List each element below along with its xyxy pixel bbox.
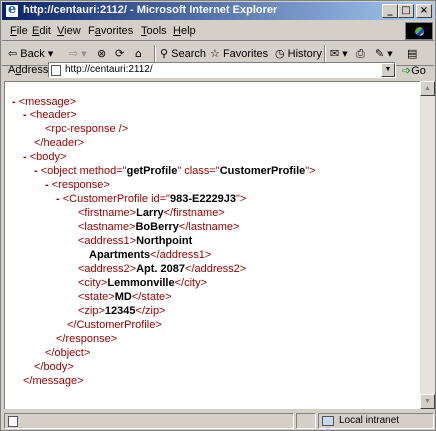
menu-view[interactable]: View: [57, 25, 81, 37]
menu-favorites[interactable]: Favorites: [88, 25, 133, 37]
security-zone: Local intranet: [318, 413, 434, 429]
xml-line: </response>: [56, 333, 118, 345]
xml-line: </message>: [23, 375, 84, 387]
xml-line: - <message>: [12, 96, 77, 108]
xml-line: <rpc-response />: [45, 123, 129, 135]
xml-line: </CustomerProfile>: [67, 319, 162, 331]
xml-line: Apartments</address1>: [89, 249, 212, 261]
xml-line: <address1>Northpoint: [78, 235, 193, 247]
page-content[interactable]: - <message> - <header> <rpc-response /> …: [4, 81, 420, 409]
menu-tools[interactable]: Tools: [141, 25, 167, 37]
windows-logo-icon: [405, 22, 433, 40]
scroll-up-icon[interactable]: ▲: [420, 81, 435, 96]
address-label: Address: [8, 64, 49, 76]
internet-explorer-icon: [5, 2, 19, 18]
xml-line: </header>: [34, 137, 85, 149]
title-bar[interactable]: http://centauri:2112/ - Microsoft Intern…: [2, 2, 434, 20]
address-input[interactable]: http://centauri:2112/ ▼: [48, 62, 396, 78]
xml-line: - <body>: [23, 151, 67, 163]
xml-line: <zip>12345</zip>: [78, 305, 166, 317]
address-bar: Address http://centauri:2112/ ▼ ➩Go: [2, 61, 434, 79]
menu-file[interactable]: File: [10, 25, 28, 37]
scroll-down-icon[interactable]: ▼: [420, 394, 435, 409]
collapse-toggle[interactable]: -: [23, 151, 27, 163]
xml-line: </object>: [45, 347, 91, 359]
go-arrow-icon: ➩: [402, 65, 412, 77]
xml-line: <state>MD</state>: [78, 291, 172, 303]
collapse-toggle[interactable]: -: [12, 96, 16, 108]
collapse-toggle[interactable]: -: [56, 193, 60, 205]
vertical-scrollbar[interactable]: ▲ ▼: [420, 81, 435, 409]
xml-line: <lastname>BoBerry</lastname>: [78, 221, 240, 233]
xml-line: - <response>: [45, 179, 110, 191]
address-dropdown-button[interactable]: ▼: [381, 63, 395, 77]
status-message: [4, 413, 294, 429]
xml-line: <city>Lemmonville</city>: [78, 277, 208, 289]
xml-line: - <CustomerProfile id="983-E2229J3">: [56, 193, 247, 205]
menu-bar: File Edit View Favorites Tools Help: [2, 21, 434, 41]
menu-edit[interactable]: Edit: [32, 25, 51, 37]
status-cell: [296, 413, 316, 429]
zone-label: Local intranet: [339, 415, 400, 426]
xml-line: <firstname>Larry</firstname>: [78, 207, 225, 219]
page-done-icon: [8, 416, 18, 427]
intranet-icon: [322, 416, 334, 426]
xml-line: - <header>: [23, 109, 77, 121]
collapse-toggle[interactable]: -: [45, 179, 49, 191]
close-button[interactable]: ×: [416, 4, 432, 18]
address-url: http://centauri:2112/: [65, 64, 153, 75]
maximize-button[interactable]: □: [398, 4, 414, 18]
browser-window: http://centauri:2112/ - Microsoft Intern…: [0, 0, 436, 431]
menu-help[interactable]: Help: [173, 25, 196, 37]
window-title: http://centauri:2112/ - Microsoft Intern…: [23, 4, 278, 16]
page-icon: [51, 65, 61, 76]
status-bar: Local intranet: [2, 411, 434, 430]
collapse-toggle[interactable]: -: [34, 165, 38, 177]
collapse-toggle[interactable]: -: [23, 109, 27, 121]
xml-line: <address2>Apt. 2087</address2>: [78, 263, 247, 275]
minimize-button[interactable]: _: [382, 4, 398, 18]
xml-line: - <object method="getProfile" class="Cus…: [34, 165, 316, 177]
go-button[interactable]: ➩Go: [402, 64, 426, 77]
xml-line: </body>: [34, 361, 74, 373]
